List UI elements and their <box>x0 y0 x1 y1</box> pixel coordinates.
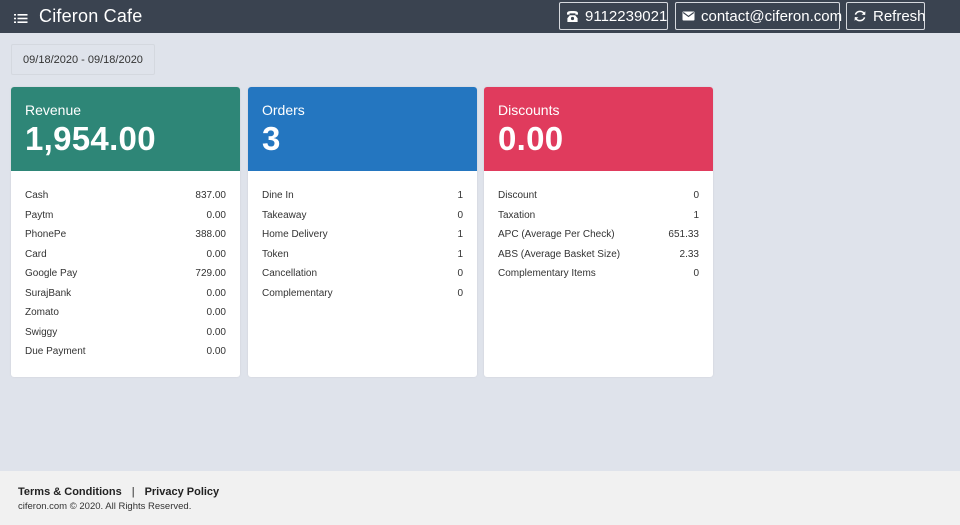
footer-separator: | <box>131 486 135 498</box>
row-value: 1 <box>457 190 463 201</box>
discounts-card-header: Discounts 0.00 <box>484 87 713 171</box>
row-label: Due Payment <box>25 346 86 357</box>
row-value: 0.00 <box>206 307 226 318</box>
orders-row-home-delivery: Home Delivery 1 <box>262 225 463 245</box>
row-value: 0.00 <box>206 326 226 338</box>
row-label: PhonePe <box>25 229 67 240</box>
row-label: Complementary <box>262 287 333 299</box>
row-label: Complementary Items <box>498 268 596 279</box>
discounts-row-complementary-items: Complementary Items 0 <box>498 264 699 284</box>
orders-row-complementary: Complementary 0 <box>262 284 463 304</box>
row-value: 651.33 <box>668 229 699 240</box>
revenue-row-paytm: Paytm 0.00 <box>25 206 226 226</box>
row-value: 0 <box>693 190 699 201</box>
row-value: 0 <box>457 209 463 221</box>
row-label: SurajBank <box>25 287 72 299</box>
revenue-card: Revenue 1,954.00 Cash 837.00 Paytm 0.00 Ph… <box>11 87 240 377</box>
row-label: ABS (Average Basket Size) <box>498 248 621 260</box>
menu-icon[interactable] <box>14 11 28 23</box>
row-value: 0.00 <box>206 346 226 357</box>
revenue-label: Revenue <box>25 102 82 118</box>
revenue-row-google-pay: Google Pay 729.00 <box>25 264 226 284</box>
date-range-picker[interactable]: 09/18/2020 - 09/18/2020 <box>11 44 155 75</box>
revenue-row-due-payment: Due Payment 0.00 <box>25 342 226 362</box>
phone-icon <box>567 10 578 22</box>
revenue-value: 1,954.00 <box>25 120 156 157</box>
discounts-row-abs: ABS (Average Basket Size) 2.33 <box>498 245 699 265</box>
row-value: 837.00 <box>195 190 226 201</box>
brand: Ciferon Cafe <box>14 0 142 33</box>
footer-links: Terms & Conditions | Privacy Policy <box>18 486 960 498</box>
phone-number: 9112239021 <box>585 7 668 25</box>
discounts-breakdown: Discount 0 Taxation 1 APC (Average Per Che… <box>484 171 713 284</box>
revenue-row-zomato: Zomato 0.00 <box>25 303 226 323</box>
envelope-icon <box>682 11 695 21</box>
row-value: 1 <box>457 229 463 240</box>
row-label: Taxation <box>498 209 536 221</box>
row-label: Takeaway <box>262 209 307 221</box>
revenue-row-surajbank: SurajBank 0.00 <box>25 284 226 304</box>
row-label: Cash <box>25 190 49 201</box>
row-value: 729.00 <box>195 268 226 279</box>
footer: Terms & Conditions | Privacy Policy cife… <box>0 471 960 525</box>
row-value: 2.33 <box>679 248 699 260</box>
row-value: 0 <box>693 268 699 279</box>
discounts-row-apc: APC (Average Per Check) 651.33 <box>498 225 699 245</box>
top-navbar: Ciferon Cafe 9112239021 contact@ciferon.… <box>0 0 960 33</box>
refresh-button[interactable]: Refresh <box>846 2 926 30</box>
row-label: Card <box>25 248 47 260</box>
discounts-row-discount: Discount 0 <box>498 186 699 206</box>
orders-row-token: Token 1 <box>262 245 463 265</box>
row-value: 1 <box>457 248 463 260</box>
revenue-row-swiggy: Swiggy 0.00 <box>25 323 226 343</box>
row-label: Zomato <box>25 307 59 318</box>
refresh-label: Refresh <box>873 7 926 25</box>
row-label: Paytm <box>25 209 54 221</box>
revenue-breakdown: Cash 837.00 Paytm 0.00 PhonePe 388.00 Card 0… <box>11 171 240 362</box>
app-title: Ciferon Cafe <box>39 6 143 26</box>
revenue-row-phonepe: PhonePe 388.00 <box>25 225 226 245</box>
discounts-row-taxation: Taxation 1 <box>498 206 699 226</box>
row-value: 0.00 <box>206 287 226 299</box>
orders-card: Orders 3 Dine In 1 Takeaway 0 Home Deliver… <box>248 87 477 377</box>
privacy-link[interactable]: Privacy Policy <box>145 486 220 498</box>
copyright-text: ciferon.com © 2020. All Rights Reserved. <box>18 501 192 512</box>
date-range-value: 09/18/2020 - 09/18/2020 <box>23 53 143 66</box>
orders-row-takeaway: Takeaway 0 <box>262 206 463 226</box>
row-label: Cancellation <box>262 268 318 279</box>
orders-row-cancellation: Cancellation 0 <box>262 264 463 284</box>
revenue-card-header: Revenue 1,954.00 <box>11 87 240 171</box>
row-label: Google Pay <box>25 268 78 279</box>
row-value: 0 <box>457 287 463 299</box>
row-label: Token <box>262 248 289 260</box>
terms-link[interactable]: Terms & Conditions <box>18 486 122 498</box>
row-label: Dine In <box>262 190 294 201</box>
row-label: Home Delivery <box>262 229 328 240</box>
email-button[interactable]: contact@ciferon.com <box>675 2 843 30</box>
revenue-row-card: Card 0.00 <box>25 245 226 265</box>
row-label: Discount <box>498 190 537 201</box>
phone-button[interactable]: 9112239021 <box>559 2 668 30</box>
orders-value: 3 <box>262 120 281 157</box>
discounts-value: 0.00 <box>498 120 564 157</box>
orders-breakdown: Dine In 1 Takeaway 0 Home Delivery 1 Token 1… <box>248 171 477 303</box>
row-value: 0.00 <box>206 248 226 260</box>
row-value: 0.00 <box>206 209 226 221</box>
refresh-icon <box>854 10 866 22</box>
email-address: contact@ciferon.com <box>701 7 843 25</box>
row-value: 1 <box>693 209 699 221</box>
row-value: 388.00 <box>195 229 226 240</box>
discounts-card: Discounts 0.00 Discount 0 Taxation 1 APC (… <box>484 87 713 377</box>
row-value: 0 <box>457 268 463 279</box>
orders-row-dine-in: Dine In 1 <box>262 186 463 206</box>
orders-label: Orders <box>262 102 305 118</box>
revenue-row-cash: Cash 837.00 <box>25 186 226 206</box>
row-label: Swiggy <box>25 326 58 338</box>
orders-card-header: Orders 3 <box>248 87 477 171</box>
discounts-label: Discounts <box>498 102 560 118</box>
row-label: APC (Average Per Check) <box>498 229 615 240</box>
